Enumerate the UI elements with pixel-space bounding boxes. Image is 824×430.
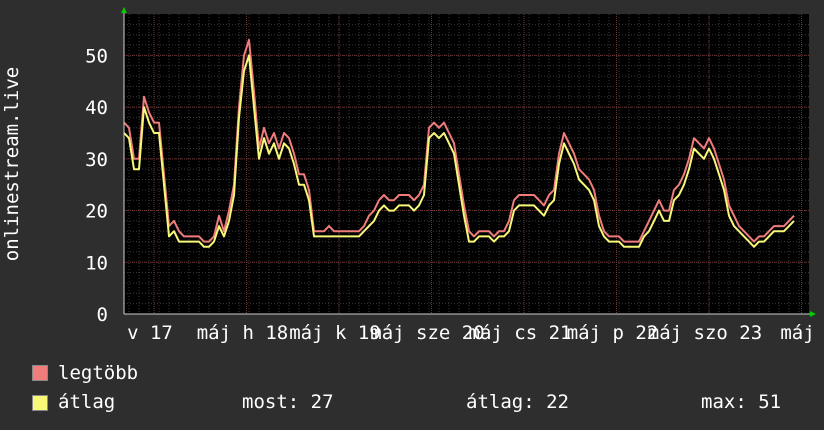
y-tick-labels: 0 10 20 30 40 50 xyxy=(85,45,108,326)
legend-label-atlag: átlag xyxy=(58,391,116,413)
y-tick-label: 20 xyxy=(85,201,108,223)
x-tick-label: máj xyxy=(780,322,814,344)
legend-swatch-legtobb xyxy=(32,365,48,381)
x-tick-label: máj cs 21 xyxy=(469,322,572,344)
x-tick-label: v 17 xyxy=(127,322,173,344)
y-axis-arrow-icon xyxy=(121,7,127,13)
x-tick-label: máj h 18 xyxy=(197,322,289,344)
legend-label-legtobb: legtöbb xyxy=(58,362,139,384)
x-axis-arrow-icon xyxy=(810,311,816,317)
stat-atlag: átlag: 22 xyxy=(466,391,569,413)
plot-area xyxy=(124,14,809,314)
stat-most: most: 27 xyxy=(242,391,334,413)
y-tick-label: 30 xyxy=(85,149,108,171)
y-axis-title: onlinestream.live xyxy=(1,67,23,261)
y-tick-label: 0 xyxy=(97,304,108,326)
y-tick-label: 10 xyxy=(85,252,108,274)
x-tick-label: máj szo 23 xyxy=(648,322,762,344)
stat-max: max: 51 xyxy=(701,391,782,413)
legend-swatch-atlag xyxy=(32,395,48,411)
y-tick-label: 50 xyxy=(85,45,108,67)
x-tick-label: máj k 19 xyxy=(289,322,381,344)
x-tick-labels: v 17 máj h 18 máj k 19máj sze 20máj cs 21m… xyxy=(127,322,815,344)
y-tick-label: 40 xyxy=(85,97,108,119)
x-tick-label: máj p 22 xyxy=(567,322,659,344)
